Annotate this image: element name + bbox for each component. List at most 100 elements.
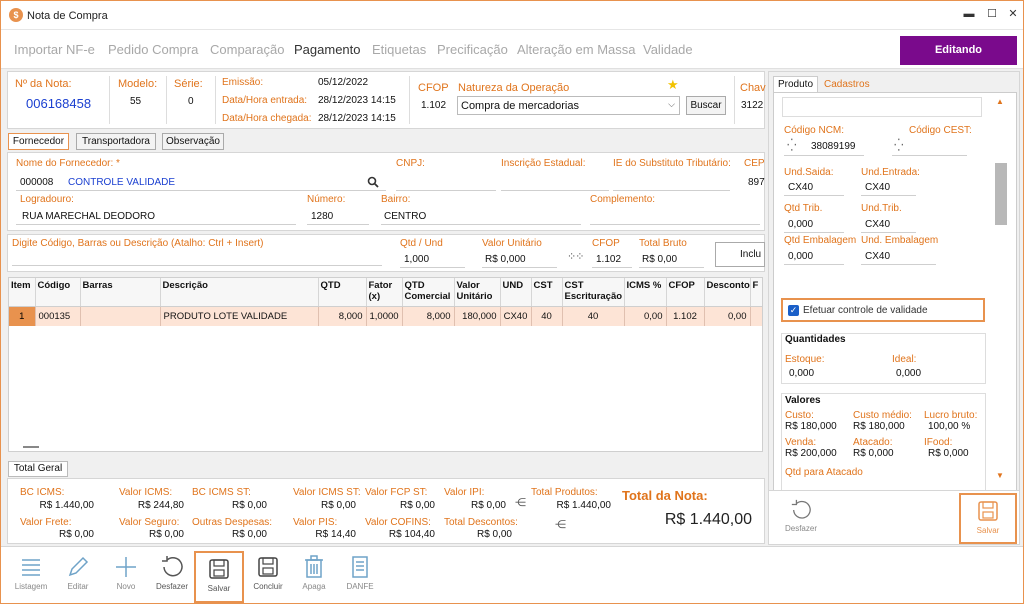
listagem-button[interactable]: Listagem [7,555,55,591]
grid-scroll-handle[interactable] [23,446,39,448]
cell-codigo[interactable]: 000135 [35,306,81,326]
details-tree-icon[interactable]: ⋲ [515,496,526,509]
qtd-embalagem-value[interactable]: 0,000 [788,251,813,262]
tab-validade[interactable]: Validade [643,42,693,57]
spinner-icon[interactable]: ⁛ [894,138,904,152]
valor-seguro-value[interactable]: R$ 0,00 [119,529,184,540]
spinner-icon[interactable]: ⁛ [787,138,797,152]
favorite-star-icon[interactable]: ★ [667,77,679,93]
cell-und[interactable]: CX40 [500,306,532,326]
col-fator[interactable]: Fator (x) [366,278,403,307]
tab-produto[interactable]: Produto [773,76,818,92]
numero-value[interactable]: 1280 [311,211,333,222]
cfop-value[interactable]: 1.102 [421,100,451,113]
col-descricao[interactable]: Descrição [160,278,319,307]
cell-item[interactable]: 1 [9,306,36,326]
col-f[interactable]: F [750,278,762,307]
cell-f[interactable] [750,306,762,326]
und-saida-value[interactable]: CX40 [788,182,813,193]
cell-barras[interactable] [80,306,161,326]
col-barras[interactable]: Barras [80,278,161,307]
col-desconto[interactable]: Desconto [704,278,751,307]
atacado-value[interactable]: R$ 0,000 [853,448,894,459]
cep-value[interactable]: 897 [748,177,765,188]
desfazer-button[interactable]: Desfazer [151,555,193,591]
novo-button[interactable]: Novo [105,555,147,591]
qtd-trib-value[interactable]: 0,000 [788,219,813,230]
cell-desconto[interactable]: 0,00 [704,306,751,326]
venda-value[interactable]: R$ 200,000 [785,448,837,459]
tab-transportadora[interactable]: Transportadora [76,133,156,150]
scroll-up-icon[interactable]: ▲ [996,97,1004,106]
cell-qtd-comercial[interactable]: 8,000 [402,306,455,326]
table-row[interactable]: 1 000135 PRODUTO LOTE VALIDADE 8,000 1,0… [9,306,762,326]
cell-cst-escrituracao[interactable]: 40 [562,306,625,326]
entrada-value[interactable]: 28/12/2023 14:15 [318,95,396,106]
und-embalagem-value[interactable]: CX40 [865,251,890,262]
col-cst[interactable]: CST [531,278,563,307]
col-cfop[interactable]: CFOP [666,278,705,307]
tab-cadastros[interactable]: Cadastros [824,79,870,90]
col-icms[interactable]: ICMS % [624,278,667,307]
col-cst-escrituracao[interactable]: CST Escrituração [562,278,625,307]
outras-despesas-value[interactable]: R$ 0,00 [192,529,267,540]
col-codigo[interactable]: Código [35,278,81,307]
logradouro-value[interactable]: RUA MARECHAL DEODORO [22,211,155,222]
valor-frete-value[interactable]: R$ 0,00 [22,529,94,540]
fornecedor-codigo[interactable]: 000008 [20,177,53,188]
cell-fator[interactable]: 1,0000 [366,306,403,326]
col-qtd[interactable]: QTD [318,278,367,307]
details-tree-icon[interactable]: ⋲ [555,518,566,531]
editar-button[interactable]: Editar [57,555,99,591]
chegada-value[interactable]: 28/12/2023 14:15 [318,113,396,124]
incluir-button[interactable]: Inclu [715,242,765,267]
side-desfazer-button[interactable]: Desfazer [781,499,821,533]
validade-checkbox-row[interactable]: ✓ Efetuar controle de validade [781,298,985,322]
buscar-button[interactable]: Buscar [686,96,726,115]
cfop-entry-value[interactable]: 1.102 [596,254,621,265]
tab-importar-nfe[interactable]: Importar NF-e [14,42,95,57]
ifood-value[interactable]: R$ 0,000 [928,448,969,459]
maximize-button[interactable]: ☐ [984,6,1000,22]
keypad-icon[interactable]: ⁘⁘ [567,250,584,263]
tab-comparacao[interactable]: Comparação [210,42,284,57]
tab-alteracao-massa[interactable]: Alteração em Massa [517,42,636,57]
salvar-button[interactable]: Salvar [194,551,244,603]
bairro-value[interactable]: CENTRO [384,211,426,222]
und-trib-value[interactable]: CX40 [865,219,890,230]
cell-cst[interactable]: 40 [531,306,563,326]
product-name-input[interactable] [782,97,982,117]
ideal-value[interactable]: 0,000 [896,368,921,379]
item-search-input[interactable] [12,265,382,266]
tab-etiquetas[interactable]: Etiquetas [372,42,426,57]
col-und[interactable]: UND [500,278,532,307]
col-item[interactable]: Item [9,278,36,307]
scrollbar-thumb[interactable] [995,163,1007,225]
cell-descricao[interactable]: PRODUTO LOTE VALIDADE [160,306,319,326]
ncm-value[interactable]: 38089199 [811,141,856,152]
cell-valor-unitario[interactable]: 180,000 [454,306,501,326]
und-entrada-value[interactable]: CX40 [865,182,890,193]
tab-fornecedor[interactable]: Fornecedor [8,133,69,150]
natureza-select[interactable]: Compra de mercadorias ⌵ [457,96,680,115]
check-icon[interactable]: ✓ [788,305,799,316]
qtd-value[interactable]: 1,000 [404,254,429,265]
search-icon[interactable] [367,176,379,188]
danfe-button[interactable]: DANFE [339,555,381,591]
tab-pedido-compra[interactable]: Pedido Compra [108,42,198,57]
tab-pagamento[interactable]: Pagamento [294,42,361,57]
tab-precificacao[interactable]: Precificação [437,42,508,57]
scroll-down-icon[interactable]: ▼ [996,471,1004,480]
side-scrollbar[interactable]: ▲ ▼ [993,93,1009,493]
minimize-button[interactable]: ▬ [961,6,977,22]
col-qtd-comercial[interactable]: QTD Comercial [402,278,455,307]
apaga-button[interactable]: Apaga [293,555,335,591]
valor-unitario-value[interactable]: R$ 0,000 [485,254,526,265]
tab-observacao[interactable]: Observação [162,133,224,150]
cell-icms[interactable]: 0,00 [624,306,667,326]
col-valor-unitario[interactable]: Valor Unitário [454,278,501,307]
concluir-button[interactable]: Concluir [247,555,289,591]
cell-qtd[interactable]: 8,000 [318,306,367,326]
close-button[interactable]: ✕ [1005,6,1021,22]
cell-cfop[interactable]: 1.102 [666,306,705,326]
